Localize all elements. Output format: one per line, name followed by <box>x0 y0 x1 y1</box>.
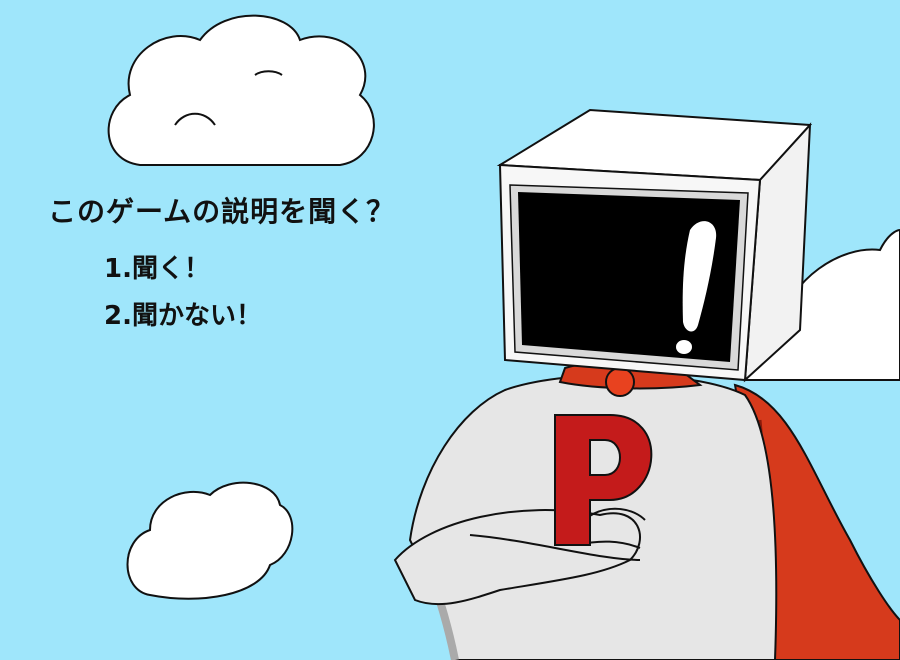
option-no[interactable]: 2.聞かない！ <box>104 295 262 332</box>
monitor-head-icon <box>496 108 813 383</box>
option-yes[interactable]: 1.聞く！ <box>104 248 262 285</box>
cloud-top-left <box>107 14 375 166</box>
question-text: このゲームの説明を聞く？ <box>48 195 396 228</box>
answer-options: 1.聞く！ 2.聞かない！ <box>104 248 262 342</box>
cloud-bottom-left <box>126 481 294 600</box>
